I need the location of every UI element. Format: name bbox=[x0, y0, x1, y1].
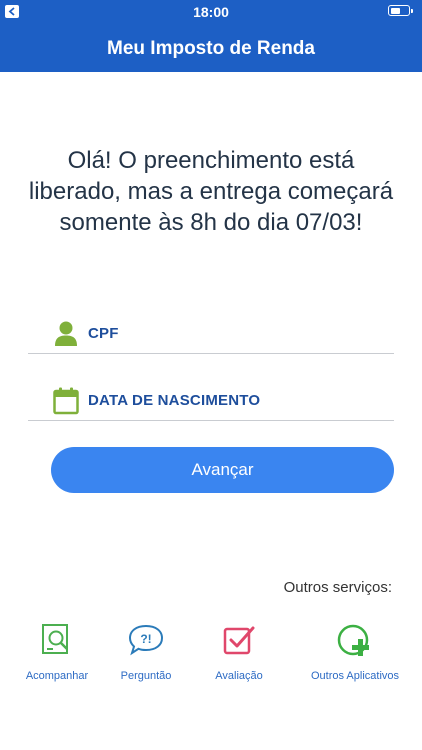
services-bar: Acompanhar ?! Perguntão Avaliação Outros… bbox=[0, 620, 422, 690]
other-services-heading: Outros serviços: bbox=[283, 579, 392, 596]
app-header: 18:00 Meu Imposto de Renda bbox=[0, 0, 422, 72]
service-avaliacao[interactable]: Avaliação bbox=[204, 620, 274, 682]
app-screen: 18:00 Meu Imposto de Renda Olá! O preenc… bbox=[0, 0, 422, 750]
svg-text:?!: ?! bbox=[140, 632, 151, 646]
advance-button[interactable]: Avançar bbox=[51, 447, 394, 493]
service-perguntao[interactable]: ?! Perguntão bbox=[111, 620, 181, 682]
battery-icon bbox=[388, 5, 413, 16]
birth-date-field[interactable]: DATA DE NASCIMENTO bbox=[28, 381, 394, 421]
cpf-field[interactable]: CPF bbox=[28, 314, 394, 354]
service-label: Perguntão bbox=[120, 670, 172, 682]
availability-message: Olá! O preenchimento está liberado, mas … bbox=[28, 147, 394, 236]
birth-date-label: DATA DE NASCIMENTO bbox=[88, 392, 261, 409]
status-bar: 18:00 bbox=[0, 0, 422, 24]
checkbox-icon bbox=[219, 620, 259, 660]
user-icon bbox=[52, 320, 80, 348]
service-label: Acompanhar bbox=[25, 670, 89, 682]
cpf-label: CPF bbox=[88, 325, 119, 342]
service-label: Outros Aplicativos bbox=[310, 670, 400, 682]
service-acompanhar[interactable]: Acompanhar bbox=[22, 620, 92, 682]
question-bubble-icon: ?! bbox=[126, 620, 166, 660]
service-outros-aplicativos[interactable]: Outros Aplicativos bbox=[303, 620, 407, 682]
plus-circle-icon bbox=[335, 620, 375, 660]
search-document-icon bbox=[37, 620, 77, 660]
calendar-icon bbox=[52, 387, 80, 415]
service-label: Avaliação bbox=[215, 670, 263, 682]
page-title: Meu Imposto de Renda bbox=[107, 38, 315, 59]
status-time: 18:00 bbox=[193, 4, 229, 20]
